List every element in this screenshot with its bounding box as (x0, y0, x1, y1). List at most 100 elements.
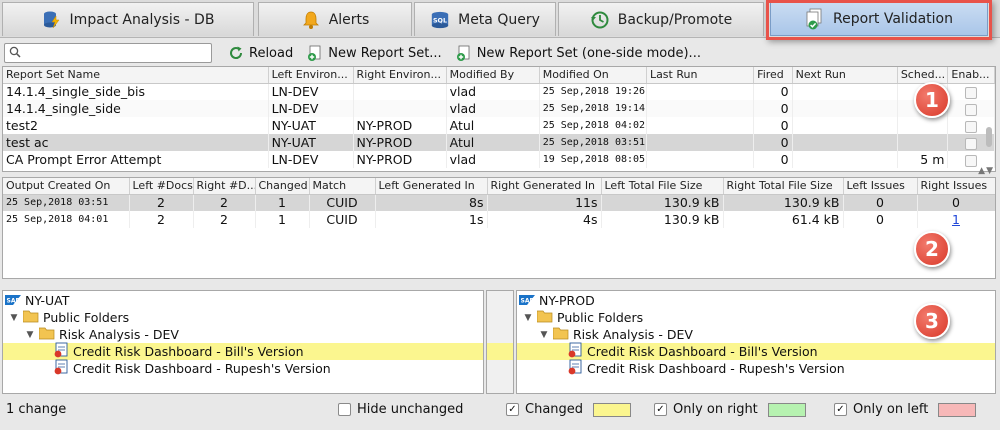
column-header[interactable]: Right Generated In (487, 178, 602, 195)
folder-open-icon (536, 310, 553, 326)
only-on-right-checkbox[interactable]: ✓ (654, 403, 667, 416)
tab-report-validation[interactable]: Report Validation (770, 2, 988, 36)
new-document-icon (307, 45, 323, 61)
expand-triangle-icon[interactable]: ▼ (539, 330, 549, 340)
webi-document-icon (567, 359, 583, 378)
table-row[interactable]: CA Prompt Error Attempt LN-DEV NY-PROD v… (3, 151, 995, 168)
right-environment: NY-PROD (353, 151, 447, 168)
column-header[interactable]: Last Run (646, 67, 755, 84)
tab-meta-query[interactable]: SQL Meta Query (414, 2, 556, 36)
diff-gutter (486, 290, 514, 394)
tree-node-folder[interactable]: ▼ Public Folders (9, 309, 130, 326)
search-icon (9, 46, 21, 61)
column-header[interactable]: Left #Docs (129, 178, 194, 195)
column-header[interactable]: Modified By (446, 67, 540, 84)
table-row-selected[interactable]: test ac NY-UAT NY-PROD Atul 25 Sep,2018 … (3, 134, 995, 151)
output-created-on: 25 Sep,2018 04:01 (3, 211, 130, 228)
tree-node-subfolder[interactable]: ▼ Risk Analysis - DEV (539, 326, 693, 343)
column-header[interactable]: Right Environ... (353, 67, 447, 84)
report-set-name: 14.1.4_single_side_bis (3, 83, 269, 100)
only-on-left-toggle[interactable]: ✓ Only on left (834, 402, 977, 417)
hide-unchanged-toggle[interactable]: Hide unchanged (338, 402, 463, 417)
right-issues-link[interactable]: 1 (952, 212, 960, 227)
tree-node-environment[interactable]: SAP NY-PROD (519, 292, 595, 309)
tree-node-environment[interactable]: SAP NY-UAT (5, 292, 69, 309)
right-total-file-size: 130.9 kB (723, 194, 844, 211)
table-row[interactable]: 25 Sep,2018 04:01 2 2 1 CUID 1s 4s 130.9… (3, 211, 995, 228)
new-report-set-one-side-button[interactable]: New Report Set (one-side mode)... (452, 42, 705, 64)
column-header[interactable]: Left Generated In (375, 178, 488, 195)
column-header[interactable]: Right #D... (193, 178, 256, 195)
left-total-file-size: 130.9 kB (601, 211, 724, 228)
expand-triangle-icon[interactable]: ▼ (25, 330, 35, 340)
column-header[interactable]: Left Environ... (268, 67, 354, 84)
table-row-selected[interactable]: 25 Sep,2018 03:51 2 2 1 CUID 8s 11s 130.… (3, 194, 995, 211)
change-count-label: 1 change (6, 402, 67, 417)
splitter-arrows-icon[interactable]: ▲▼ (978, 166, 994, 176)
tree-node-document[interactable]: Credit Risk Dashboard - Rupesh's Version (567, 359, 845, 378)
tree-node-document[interactable]: Credit Risk Dashboard - Rupesh's Version (53, 359, 331, 378)
reload-button[interactable]: Reload (224, 42, 297, 64)
modified-by: vlad (446, 100, 540, 117)
enabled-checkbox[interactable] (965, 154, 978, 167)
column-header[interactable]: Output Created On (3, 178, 130, 195)
database-bolt-icon (42, 10, 62, 30)
search-input[interactable] (24, 45, 204, 61)
last-run (646, 100, 755, 117)
callout-badge-1: 1 (914, 82, 950, 118)
expand-triangle-icon[interactable]: ▼ (523, 313, 533, 323)
next-run (792, 151, 898, 168)
tab-backup-promote[interactable]: Backup/Promote (558, 2, 764, 36)
table-row[interactable]: test2 NY-UAT NY-PROD Atul 25 Sep,2018 04… (3, 117, 995, 134)
table-row[interactable]: 14.1.4_single_side_bis LN-DEV vlad 25 Se… (3, 83, 995, 100)
hide-unchanged-checkbox[interactable] (338, 403, 351, 416)
hide-unchanged-label: Hide unchanged (357, 402, 464, 417)
column-header[interactable]: Right Total File Size (723, 178, 844, 195)
column-header[interactable]: Right Issues (917, 178, 995, 195)
tab-label: Backup/Promote (617, 11, 733, 28)
enabled-checkbox[interactable] (965, 137, 978, 150)
column-header[interactable]: Left Total File Size (601, 178, 724, 195)
new-report-set-button[interactable]: New Report Set... (303, 42, 445, 64)
enabled-checkbox[interactable] (965, 120, 978, 133)
enabled-checkbox[interactable] (965, 103, 978, 116)
tree-node-folder[interactable]: ▼ Public Folders (523, 309, 644, 326)
table-row[interactable]: 14.1.4_single_side LN-DEV vlad 25 Sep,20… (3, 100, 995, 117)
column-header[interactable]: Match (309, 178, 376, 195)
tab-alerts[interactable]: Alerts (258, 2, 412, 36)
modified-on: 25 Sep,2018 04:02 (539, 117, 647, 134)
tree-node-document[interactable]: Credit Risk Dashboard - Bill's Version (567, 342, 818, 360)
tree-node-document[interactable]: Credit Risk Dashboard - Bill's Version (53, 342, 304, 360)
tab-impact-analysis-db[interactable]: Impact Analysis - DB (2, 2, 254, 36)
tab-bar: Impact Analysis - DB Alerts SQL Meta Que… (0, 0, 1000, 38)
column-header[interactable]: Changed (255, 178, 310, 195)
column-header[interactable]: Modified On (539, 67, 647, 84)
only-on-right-toggle[interactable]: ✓ Only on right (654, 402, 806, 417)
report-set-name: 14.1.4_single_side (3, 100, 269, 117)
only-on-left-color-swatch (938, 402, 977, 417)
changed-toggle[interactable]: ✓ Changed (506, 402, 632, 417)
changed-checkbox[interactable]: ✓ (506, 403, 519, 416)
only-on-left-checkbox[interactable]: ✓ (834, 403, 847, 416)
column-header[interactable]: Report Set Name (3, 67, 269, 84)
column-header[interactable]: Sched... (897, 67, 949, 84)
tree-label: NY-UAT (25, 293, 70, 308)
scrollbar-thumb[interactable] (986, 127, 992, 147)
enabled-checkbox[interactable] (965, 86, 978, 99)
column-header[interactable]: Fired (753, 67, 793, 84)
new-report-set-one-side-label: New Report Set (one-side mode)... (476, 45, 701, 61)
column-header[interactable]: Enab... (947, 67, 995, 84)
tree-node-subfolder[interactable]: ▼ Risk Analysis - DEV (25, 326, 179, 343)
fired-count: 0 (753, 134, 793, 151)
history-clock-icon (590, 10, 610, 30)
column-header[interactable]: Next Run (792, 67, 898, 84)
vertical-scrollbar[interactable] (985, 85, 993, 171)
next-run (792, 117, 898, 134)
report-set-name: test2 (3, 117, 269, 134)
column-header[interactable]: Left Issues (843, 178, 918, 195)
new-document-icon (456, 45, 472, 61)
expand-triangle-icon[interactable]: ▼ (9, 313, 19, 323)
webi-document-icon (53, 359, 69, 378)
tree-label: Credit Risk Dashboard - Rupesh's Version (587, 361, 845, 376)
search-box[interactable] (4, 43, 212, 63)
